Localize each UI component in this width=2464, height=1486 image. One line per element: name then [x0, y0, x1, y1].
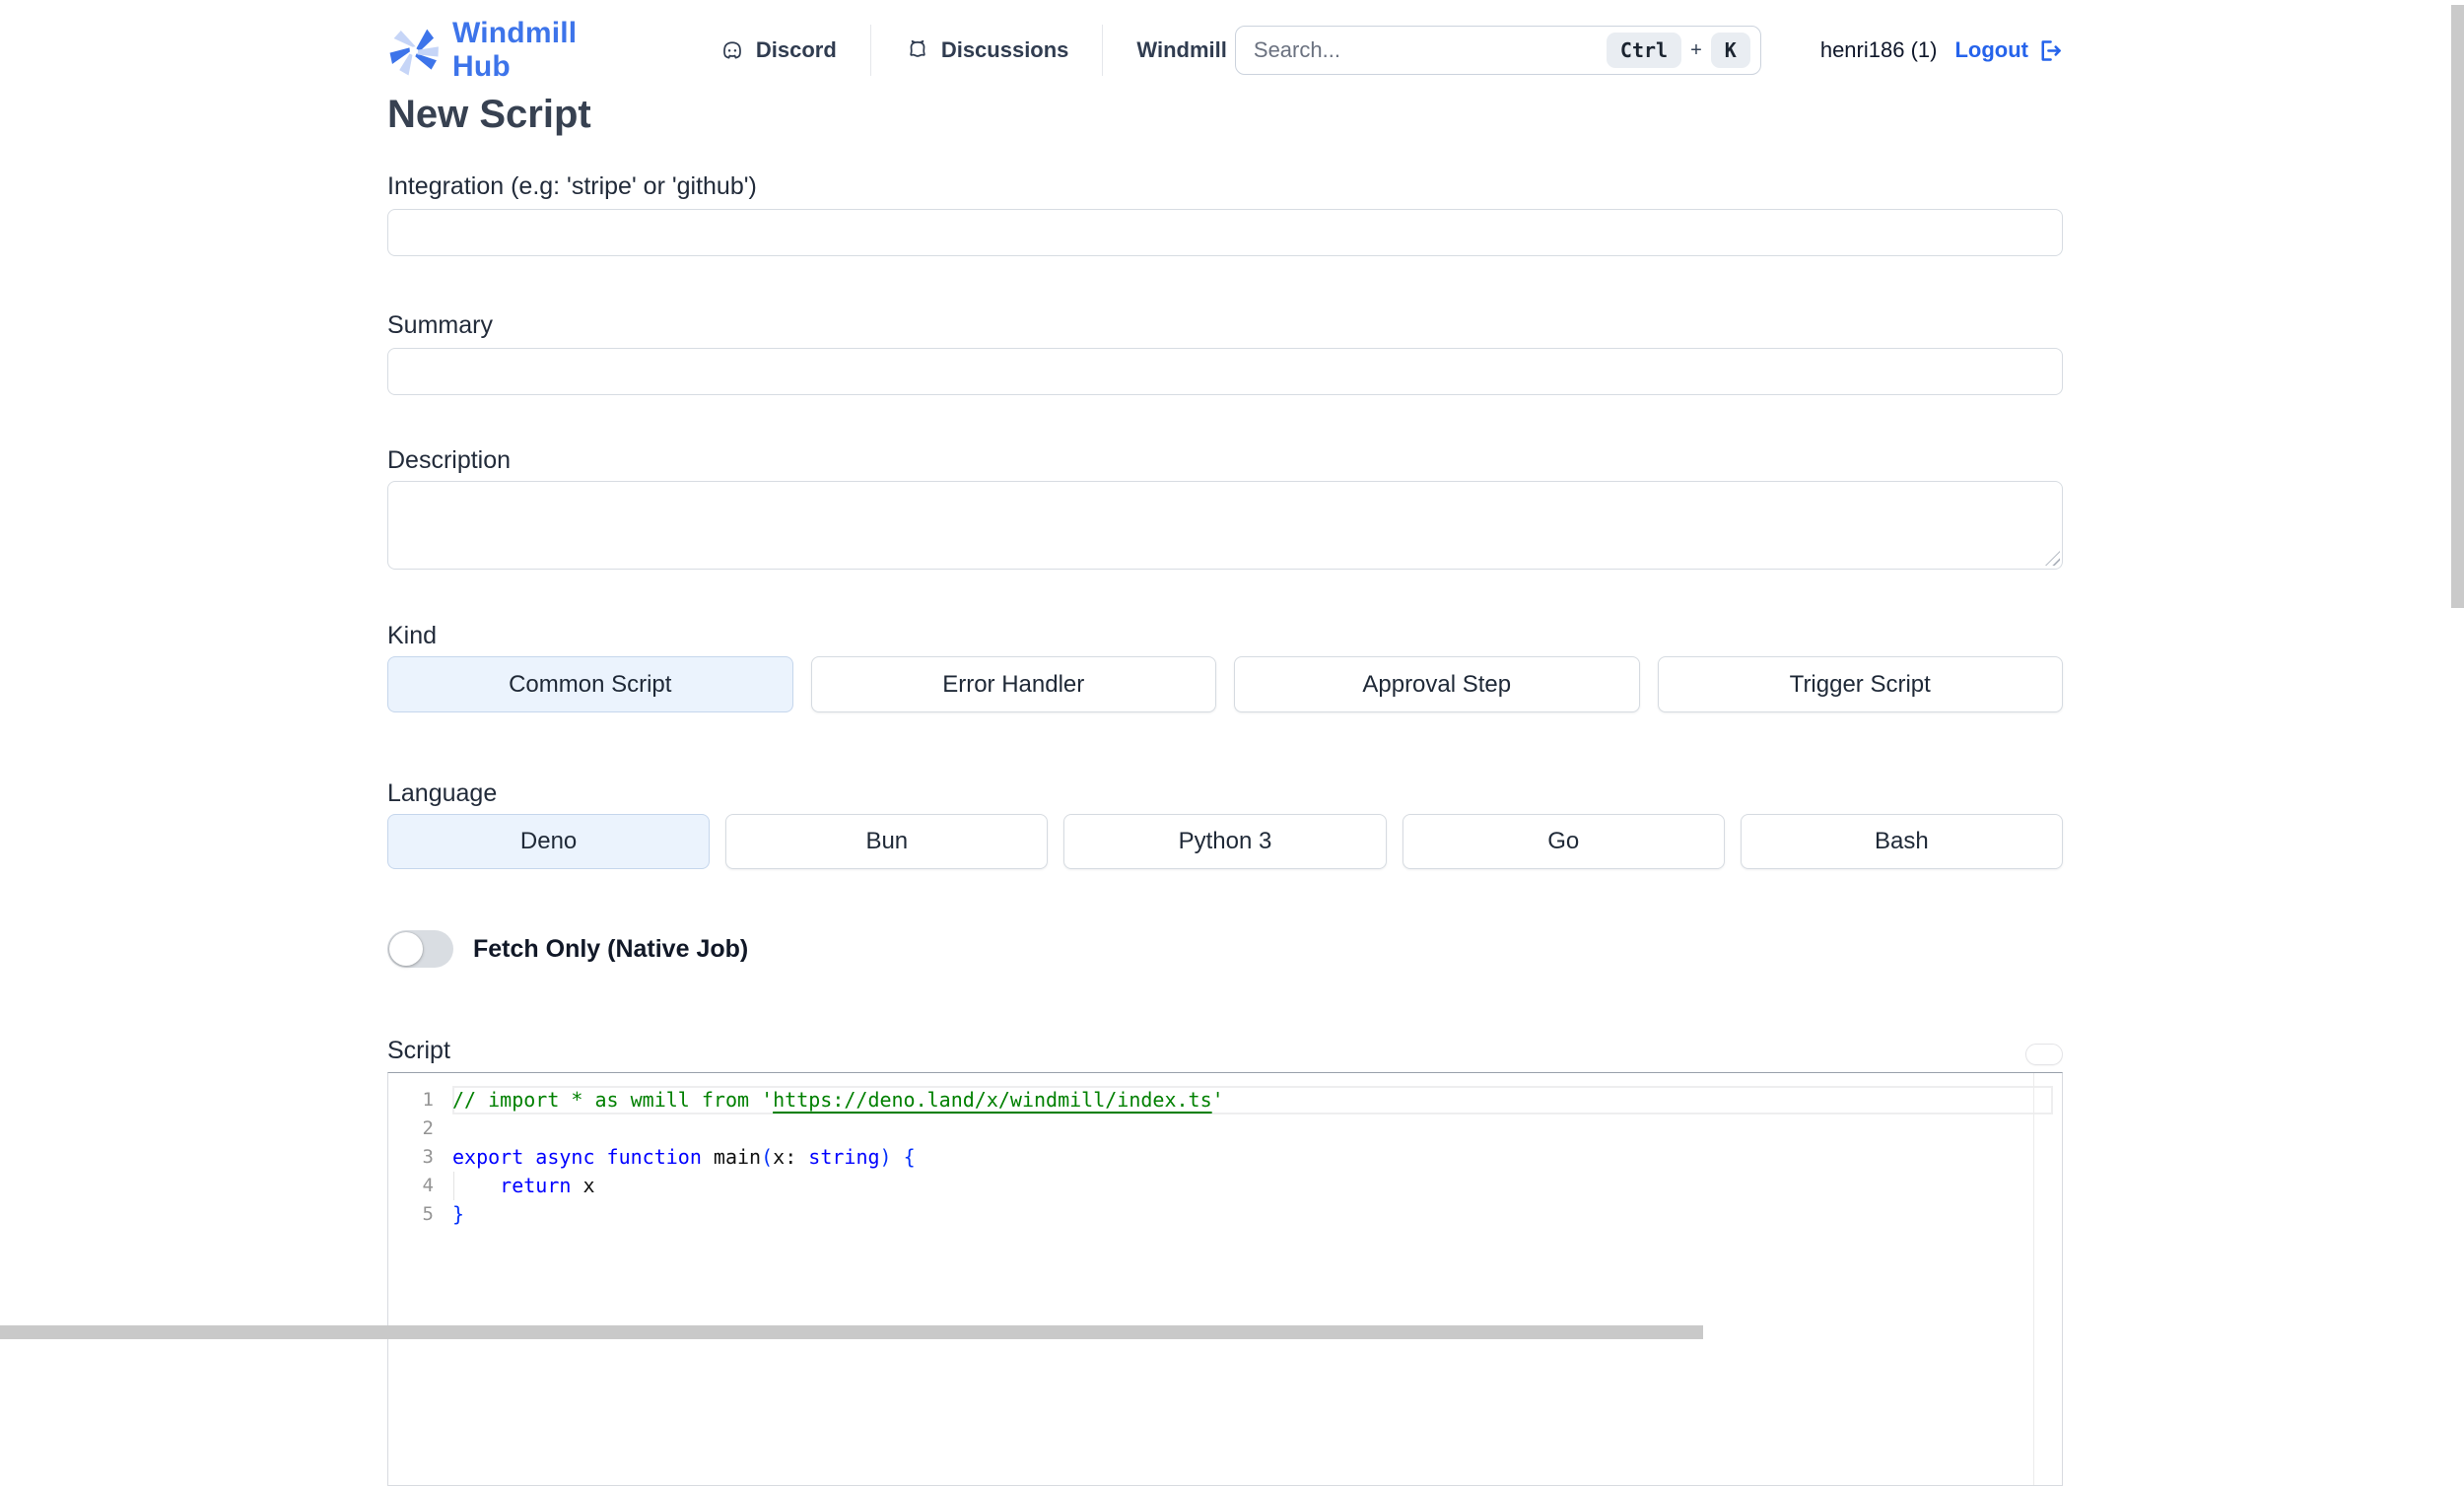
- fetch-only-label: Fetch Only (Native Job): [473, 935, 748, 964]
- code-token: export async function: [452, 1145, 702, 1169]
- code-token: }: [452, 1202, 464, 1226]
- discord-icon: [719, 37, 745, 63]
- line-number: 1: [388, 1086, 434, 1114]
- language-option-python3[interactable]: Python 3: [1063, 814, 1386, 869]
- language-options: Deno Bun Python 3 Go Bash: [387, 814, 2063, 869]
- brand-link[interactable]: Windmill Hub: [387, 17, 623, 84]
- nav-label-discord: Discord: [756, 37, 837, 63]
- search-input[interactable]: [1254, 37, 1607, 63]
- logout-icon: [2036, 37, 2063, 64]
- fetch-only-row: Fetch Only (Native Job): [387, 930, 2063, 968]
- language-option-go[interactable]: Go: [1403, 814, 1725, 869]
- code-token: string: [808, 1145, 879, 1169]
- fetch-only-toggle[interactable]: [387, 930, 453, 968]
- code-token: ': [1212, 1088, 1224, 1112]
- code-token: x: [571, 1174, 594, 1197]
- code-token: (: [761, 1145, 773, 1169]
- code-editor[interactable]: 1 // import * as wmill from 'https://den…: [387, 1072, 2063, 1486]
- description-textarea[interactable]: [387, 481, 2063, 570]
- code-token: // import * as wmill from ': [452, 1088, 773, 1112]
- language-option-deno[interactable]: Deno: [387, 814, 710, 869]
- username: henri186 (1): [1820, 37, 1938, 63]
- script-label: Script: [387, 1037, 450, 1065]
- page-content: Windmill Hub Discord: [387, 0, 2063, 1486]
- user-area: henri186 (1) Logout: [1820, 37, 2063, 64]
- indent-guide: [453, 1172, 454, 1200]
- logout-label: Logout: [1954, 37, 2028, 63]
- integration-label: Integration (e.g: 'stripe' or 'github'): [387, 172, 2063, 201]
- script-header: Script: [387, 1037, 2063, 1065]
- code-line-5[interactable]: 5 }: [388, 1200, 2062, 1229]
- nav-label-windmill: Windmill: [1136, 37, 1226, 63]
- integration-input[interactable]: [387, 209, 2063, 256]
- nav-separator: [870, 25, 871, 76]
- kind-option-common-script[interactable]: Common Script: [387, 656, 793, 712]
- brand-name: Windmill Hub: [452, 17, 623, 84]
- nav-label-discussions: Discussions: [941, 37, 1069, 63]
- horizontal-scrollbar[interactable]: [0, 1325, 1703, 1339]
- language-label: Language: [387, 779, 2063, 808]
- line-number: 3: [388, 1143, 434, 1172]
- kind-option-error-handler[interactable]: Error Handler: [811, 656, 1217, 712]
- summary-label: Summary: [387, 311, 2063, 340]
- code-line-2[interactable]: 2: [388, 1114, 2062, 1143]
- kbd-plus: +: [1690, 39, 1702, 62]
- vertical-scrollbar[interactable]: [2451, 5, 2464, 608]
- editor-toggle-pill[interactable]: [2025, 1044, 2063, 1065]
- code-token: x: [773, 1145, 785, 1169]
- nav-item-discord[interactable]: Discord: [712, 37, 845, 63]
- page-title: New Script: [387, 91, 2063, 138]
- kind-option-approval-step[interactable]: Approval Step: [1234, 656, 1640, 712]
- search-box[interactable]: Ctrl + K: [1235, 26, 1761, 75]
- code-link[interactable]: https://deno.land/x/windmill/index.ts: [773, 1088, 1212, 1112]
- main-nav: Discord Discussions Windmill: [712, 25, 1235, 76]
- line-number: 5: [388, 1200, 434, 1229]
- line-number: 2: [388, 1114, 434, 1143]
- toggle-knob: [389, 932, 423, 966]
- kind-option-trigger-script[interactable]: Trigger Script: [1658, 656, 2064, 712]
- description-label: Description: [387, 446, 2063, 475]
- nav-item-discussions[interactable]: Discussions: [897, 37, 1077, 63]
- discussions-icon: [905, 37, 930, 63]
- code-token: return: [500, 1174, 571, 1197]
- line-number: 4: [388, 1172, 434, 1200]
- top-bar: Windmill Hub Discord: [387, 24, 2063, 77]
- code-token: :: [785, 1145, 808, 1169]
- nav-separator: [1102, 25, 1103, 76]
- nav-item-windmill[interactable]: Windmill: [1129, 37, 1234, 63]
- code-line-4[interactable]: 4 return x: [388, 1172, 2062, 1200]
- code-line-1[interactable]: 1 // import * as wmill from 'https://den…: [388, 1086, 2062, 1114]
- language-option-bun[interactable]: Bun: [725, 814, 1048, 869]
- kind-options: Common Script Error Handler Approval Ste…: [387, 656, 2063, 712]
- kbd-k: K: [1711, 33, 1750, 68]
- kbd-ctrl: Ctrl: [1607, 33, 1681, 68]
- language-option-bash[interactable]: Bash: [1741, 814, 2063, 869]
- code-token: main: [702, 1145, 761, 1169]
- kind-label: Kind: [387, 622, 2063, 650]
- code-line-3[interactable]: 3 export async function main(x: string) …: [388, 1143, 2062, 1172]
- code-token: ) {: [880, 1145, 916, 1169]
- logout-button[interactable]: Logout: [1954, 37, 2063, 64]
- windmill-logo-icon: [387, 25, 439, 76]
- summary-input[interactable]: [387, 348, 2063, 395]
- code-token: [452, 1174, 500, 1197]
